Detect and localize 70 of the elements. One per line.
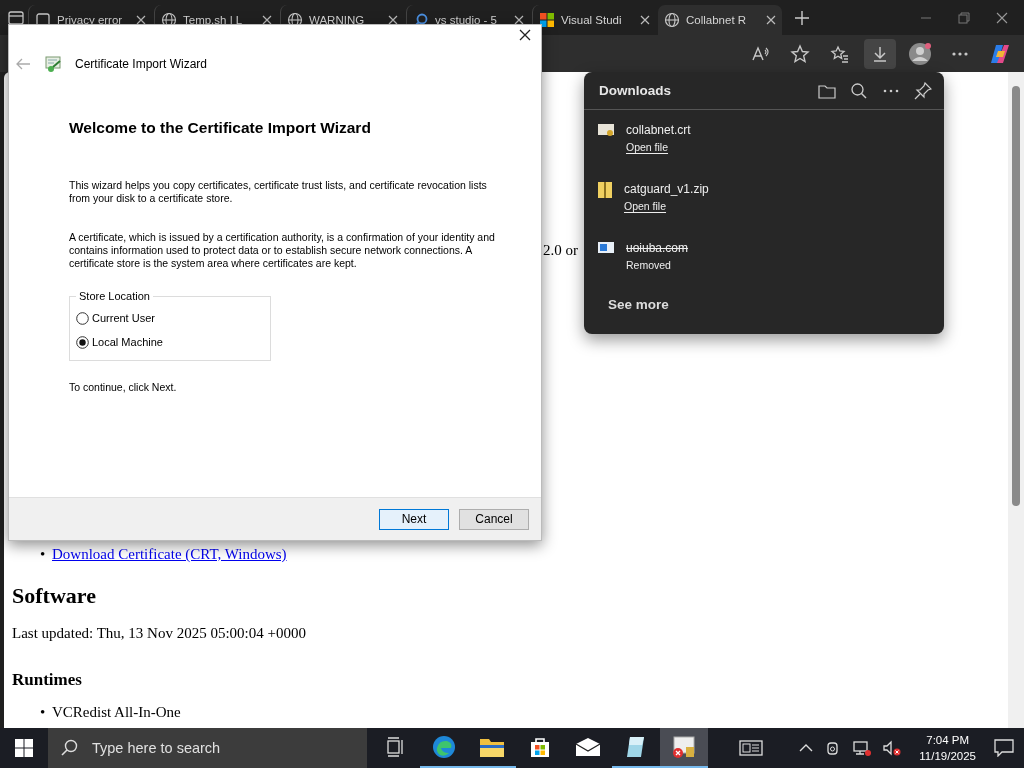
status-text: Removed [626, 259, 671, 271]
clock-time[interactable]: 7:04 PM [926, 732, 970, 748]
dialog-button[interactable]: Cancel [459, 508, 529, 530]
dialog-button[interactable]: Next [379, 508, 449, 530]
network-icon[interactable] [853, 740, 872, 756]
new-tab-icon[interactable] [794, 9, 810, 26]
pin-icon[interactable] [914, 81, 932, 100]
windows-logo-icon [15, 739, 33, 757]
close-icon[interactable] [514, 14, 524, 25]
close-icon[interactable] [766, 14, 776, 25]
zip-folder-icon [598, 182, 612, 198]
search-icon [60, 739, 78, 757]
file-name[interactable]: collabnet.crt [626, 123, 691, 137]
radio-label[interactable]: Local Machine [92, 336, 163, 348]
open-file-link[interactable]: Open file [626, 141, 669, 153]
toolbar-button[interactable] [864, 38, 896, 69]
file-name[interactable]: catguard_v1.zip [624, 182, 709, 196]
task-view-icon [386, 737, 406, 757]
download-link[interactable]: Download Certificate (CRT, Windows) [52, 546, 287, 562]
radio-button[interactable] [76, 311, 89, 325]
section-heading: Software [12, 583, 97, 609]
file-name[interactable]: uoiuba.com [626, 241, 689, 255]
browser-tab[interactable]: Collabnet R [658, 4, 782, 35]
profile-icon [907, 40, 933, 67]
radio-label[interactable]: Current User [92, 312, 155, 324]
bullet: • [40, 704, 47, 721]
description-text: This wizard helps you copy certificates, certificate trust lists, and certificate revocation lists from your disk to a certificate store. [69, 179, 488, 205]
close-icon[interactable] [388, 14, 398, 25]
taskbar-button[interactable] [660, 728, 708, 768]
browser-icon [431, 734, 457, 760]
more-icon [952, 51, 968, 56]
certificate-app-icon [671, 735, 697, 759]
close-icon[interactable] [996, 11, 1008, 24]
mail-icon [575, 737, 601, 757]
close-icon[interactable] [640, 14, 650, 25]
muted-speaker-icon[interactable] [883, 740, 902, 756]
clock-date[interactable]: 11/19/2025 [919, 748, 976, 764]
news-icon[interactable] [739, 739, 764, 757]
panel-title: Downloads [599, 83, 672, 98]
group-label: Store Location [78, 290, 151, 302]
folder-icon [479, 736, 505, 758]
chevron-up-icon[interactable] [799, 743, 814, 753]
open-file-link[interactable]: Open file [624, 200, 667, 212]
tiles-icon [539, 11, 555, 28]
radio-button[interactable] [76, 335, 89, 349]
certificate-icon [43, 55, 63, 73]
close-icon[interactable] [519, 29, 531, 41]
wizard-heading: Welcome to the Certificate Import Wizard [69, 119, 372, 137]
folder-icon[interactable] [818, 82, 836, 99]
close-icon[interactable] [262, 14, 272, 25]
wizard-title: Certificate Import Wizard [75, 57, 208, 71]
globe-icon [664, 11, 680, 28]
restore-icon[interactable] [958, 11, 970, 24]
search-field[interactable]: Type here to search [48, 728, 367, 768]
star-icon [790, 43, 810, 64]
bullet: • [40, 546, 47, 563]
store-icon [528, 735, 552, 759]
subsection-heading: Runtimes [12, 670, 83, 690]
search-icon[interactable] [850, 81, 868, 100]
description-text: A certificate, which is issued by a certification authority, is a confirmation of your identity and contains information used to protect data or to establish secure network connections. A certificate store is the system area where certificates are kept. [69, 231, 496, 270]
close-icon[interactable] [136, 14, 146, 25]
notification-icon[interactable] [994, 739, 1014, 757]
certificate-file-icon [598, 123, 614, 137]
updated-text: Last updated: Thu, 13 Nov 2025 05:00:04 +0000 [12, 625, 307, 642]
see-more-link[interactable]: See more [600, 293, 677, 316]
list-item: VCRedist All-In-One [52, 704, 181, 720]
page-text: 2.0 or [543, 242, 578, 259]
window-file-icon [598, 241, 614, 255]
scrollbar[interactable] [1008, 72, 1024, 728]
hint-text: To continue, click Next. [69, 381, 178, 393]
